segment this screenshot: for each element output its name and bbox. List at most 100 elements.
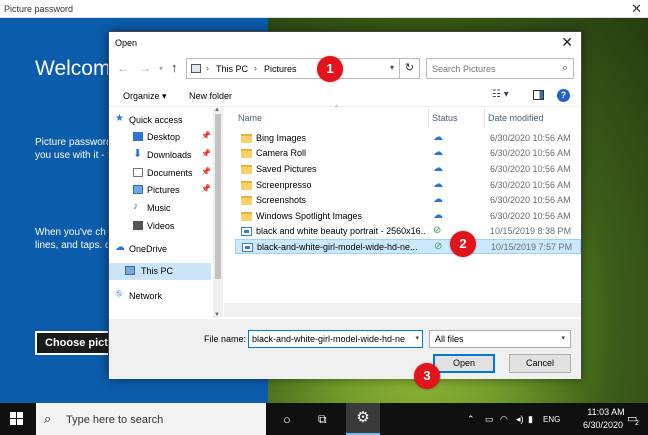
- file-row[interactable]: Windows Spotlight Images ☁ 6/30/2020 10:…: [235, 209, 581, 224]
- file-row[interactable]: Screenpresso ☁ 6/30/2020 10:56 AM: [235, 178, 581, 193]
- file-row[interactable]: Screenshots ☁ 6/30/2020 10:56 AM: [235, 193, 581, 208]
- file-date: 6/30/2020 10:56 AM: [490, 195, 571, 205]
- dialog-footer: File name: black-and-white-girl-model-wi…: [109, 319, 581, 379]
- video-icon: [133, 221, 143, 230]
- open-button[interactable]: Open: [433, 354, 495, 373]
- help-icon[interactable]: ?: [557, 89, 570, 102]
- column-header-name[interactable]: ^ Name: [235, 105, 429, 128]
- breadcrumb-pictures[interactable]: Pictures: [264, 64, 297, 74]
- nav-item-label: Pictures: [147, 185, 180, 195]
- folder-icon: [241, 181, 252, 190]
- column-header-label: Name: [238, 113, 263, 123]
- file-name: Saved Pictures: [256, 164, 317, 174]
- horizontal-scrollbar[interactable]: [224, 303, 581, 317]
- chevron-down-icon[interactable]: ▾: [159, 64, 163, 73]
- file-name: Bing Images: [256, 133, 307, 143]
- file-row[interactable]: Saved Pictures ☁ 6/30/2020 10:56 AM: [235, 162, 581, 177]
- clock-date[interactable]: 6/30/2020: [578, 420, 628, 430]
- organize-button[interactable]: Organize ▾: [123, 91, 167, 102]
- file-row-selected[interactable]: black-and-white-girl-model-wide-hd-ne...…: [235, 239, 581, 254]
- clock-time[interactable]: 11:03 AM: [586, 407, 626, 417]
- scrollbar-thumb[interactable]: [215, 114, 221, 279]
- chevron-up-icon[interactable]: ⌃: [467, 414, 475, 425]
- open-dialog: Open ✕ ← → ▾ ↑ › This PC › Pictures ▾ ↻ …: [108, 31, 582, 379]
- preview-pane-icon[interactable]: [533, 90, 544, 100]
- breadcrumb-separator: ›: [254, 63, 257, 73]
- settings-gear-icon[interactable]: ⚙: [346, 403, 380, 435]
- nav-item-videos[interactable]: Videos: [133, 218, 211, 235]
- nav-item-desktop[interactable]: Desktop 📌: [133, 129, 211, 146]
- nav-item-downloads[interactable]: ⬇ Downloads 📌: [133, 147, 211, 164]
- back-arrow-icon[interactable]: ←: [117, 61, 129, 75]
- file-name: Screenshots: [256, 195, 307, 205]
- download-icon: ⬇: [133, 148, 143, 160]
- column-header-date[interactable]: Date modified: [485, 108, 581, 128]
- step-marker-1: 1: [317, 56, 343, 82]
- breadcrumb-this-pc[interactable]: This PC: [216, 64, 248, 74]
- chevron-down-icon[interactable]: ▾: [390, 63, 394, 72]
- sort-caret-icon: ^: [335, 105, 339, 112]
- nav-item-quick-access[interactable]: ★ Quick access: [115, 112, 211, 129]
- file-name-input[interactable]: black-and-white-girl-model-wide-hd-ne ▾: [248, 330, 423, 348]
- notification-count: 2: [635, 420, 639, 427]
- cortana-icon[interactable]: ○: [283, 412, 291, 427]
- wifi-icon[interactable]: ◠: [500, 414, 508, 425]
- file-name-label: File name:: [204, 334, 247, 344]
- nav-item-label: This PC: [141, 266, 174, 276]
- column-header-status[interactable]: Status: [429, 108, 485, 128]
- nav-item-label: Music: [147, 203, 171, 213]
- taskbar: ⌕ Type here to search ○ ⧉ ⚙ ⌃ ▭ ◠ ◂) ▮ E…: [0, 403, 648, 435]
- column-header-label: Status: [432, 113, 458, 123]
- pictures-icon: [133, 185, 143, 194]
- chevron-down-icon[interactable]: ▾: [415, 334, 419, 342]
- cancel-button[interactable]: Cancel: [509, 354, 571, 373]
- pc-icon: [125, 266, 135, 275]
- nav-item-label: Desktop: [147, 132, 181, 142]
- dialog-titlebar: Open ✕: [109, 32, 581, 54]
- view-options-icon[interactable]: ☷ ▾: [492, 89, 509, 100]
- address-bar[interactable]: › This PC › Pictures ▾: [186, 58, 400, 79]
- image-file-icon: [241, 227, 252, 236]
- file-name: black-and-white-girl-model-wide-hd-ne...: [257, 242, 418, 252]
- new-folder-button[interactable]: New folder: [189, 91, 232, 101]
- file-name: Screenpresso: [256, 180, 312, 190]
- pin-icon: 📌: [201, 184, 211, 193]
- file-row[interactable]: Camera Roll ☁ 6/30/2020 10:56 AM: [235, 146, 581, 161]
- search-icon: ⌕: [561, 62, 568, 74]
- file-name-value: black-and-white-girl-model-wide-hd-ne: [252, 334, 406, 344]
- nav-item-documents[interactable]: Documents 📌: [133, 165, 211, 182]
- folder-icon: [241, 212, 252, 221]
- network-icon: ⛗: [115, 289, 123, 300]
- file-date: 10/15/2019 8:38 PM: [490, 226, 572, 236]
- breadcrumb-separator: ›: [206, 63, 209, 73]
- windows-start-icon[interactable]: [10, 412, 24, 426]
- step-marker-2: 2: [450, 231, 476, 257]
- nav-item-onedrive[interactable]: ☁ OneDrive: [115, 241, 211, 258]
- refresh-button[interactable]: ↻: [400, 58, 420, 79]
- nav-item-label: Downloads: [147, 150, 192, 160]
- close-icon[interactable]: ✕: [631, 1, 642, 17]
- cloud-status-icon: ☁: [433, 132, 443, 143]
- scroll-up-icon[interactable]: ▲: [214, 107, 220, 113]
- taskbar-search-input[interactable]: ⌕ Type here to search: [36, 403, 266, 435]
- desktop-icon: [133, 132, 143, 141]
- nav-item-this-pc[interactable]: This PC: [109, 263, 211, 280]
- file-type-select[interactable]: All files ▾: [429, 330, 571, 348]
- forward-arrow-icon[interactable]: →: [139, 61, 151, 75]
- task-view-icon[interactable]: ⧉: [318, 412, 327, 427]
- file-date: 6/30/2020 10:56 AM: [490, 148, 571, 158]
- up-arrow-icon[interactable]: ↑: [171, 60, 178, 75]
- network-tray-icon[interactable]: ▭: [485, 414, 494, 425]
- file-row[interactable]: black and white beauty portrait - 2560x1…: [235, 224, 581, 239]
- nav-item-music[interactable]: ♪ Music: [133, 200, 211, 217]
- battery-icon[interactable]: ▮: [528, 414, 533, 425]
- file-row[interactable]: Bing Images ☁ 6/30/2020 10:56 AM: [235, 131, 581, 146]
- nav-item-pictures[interactable]: Pictures 📌: [133, 182, 211, 199]
- cloud-status-icon: ☁: [433, 179, 443, 190]
- bg-titlebar: Picture password ✕: [0, 0, 648, 18]
- volume-icon[interactable]: ◂): [516, 414, 524, 425]
- nav-scrollbar[interactable]: ▲ ▼: [213, 107, 223, 318]
- close-icon[interactable]: ✕: [561, 34, 573, 51]
- search-input[interactable]: Search Pictures ⌕: [426, 58, 574, 79]
- language-indicator[interactable]: ENG: [543, 415, 560, 424]
